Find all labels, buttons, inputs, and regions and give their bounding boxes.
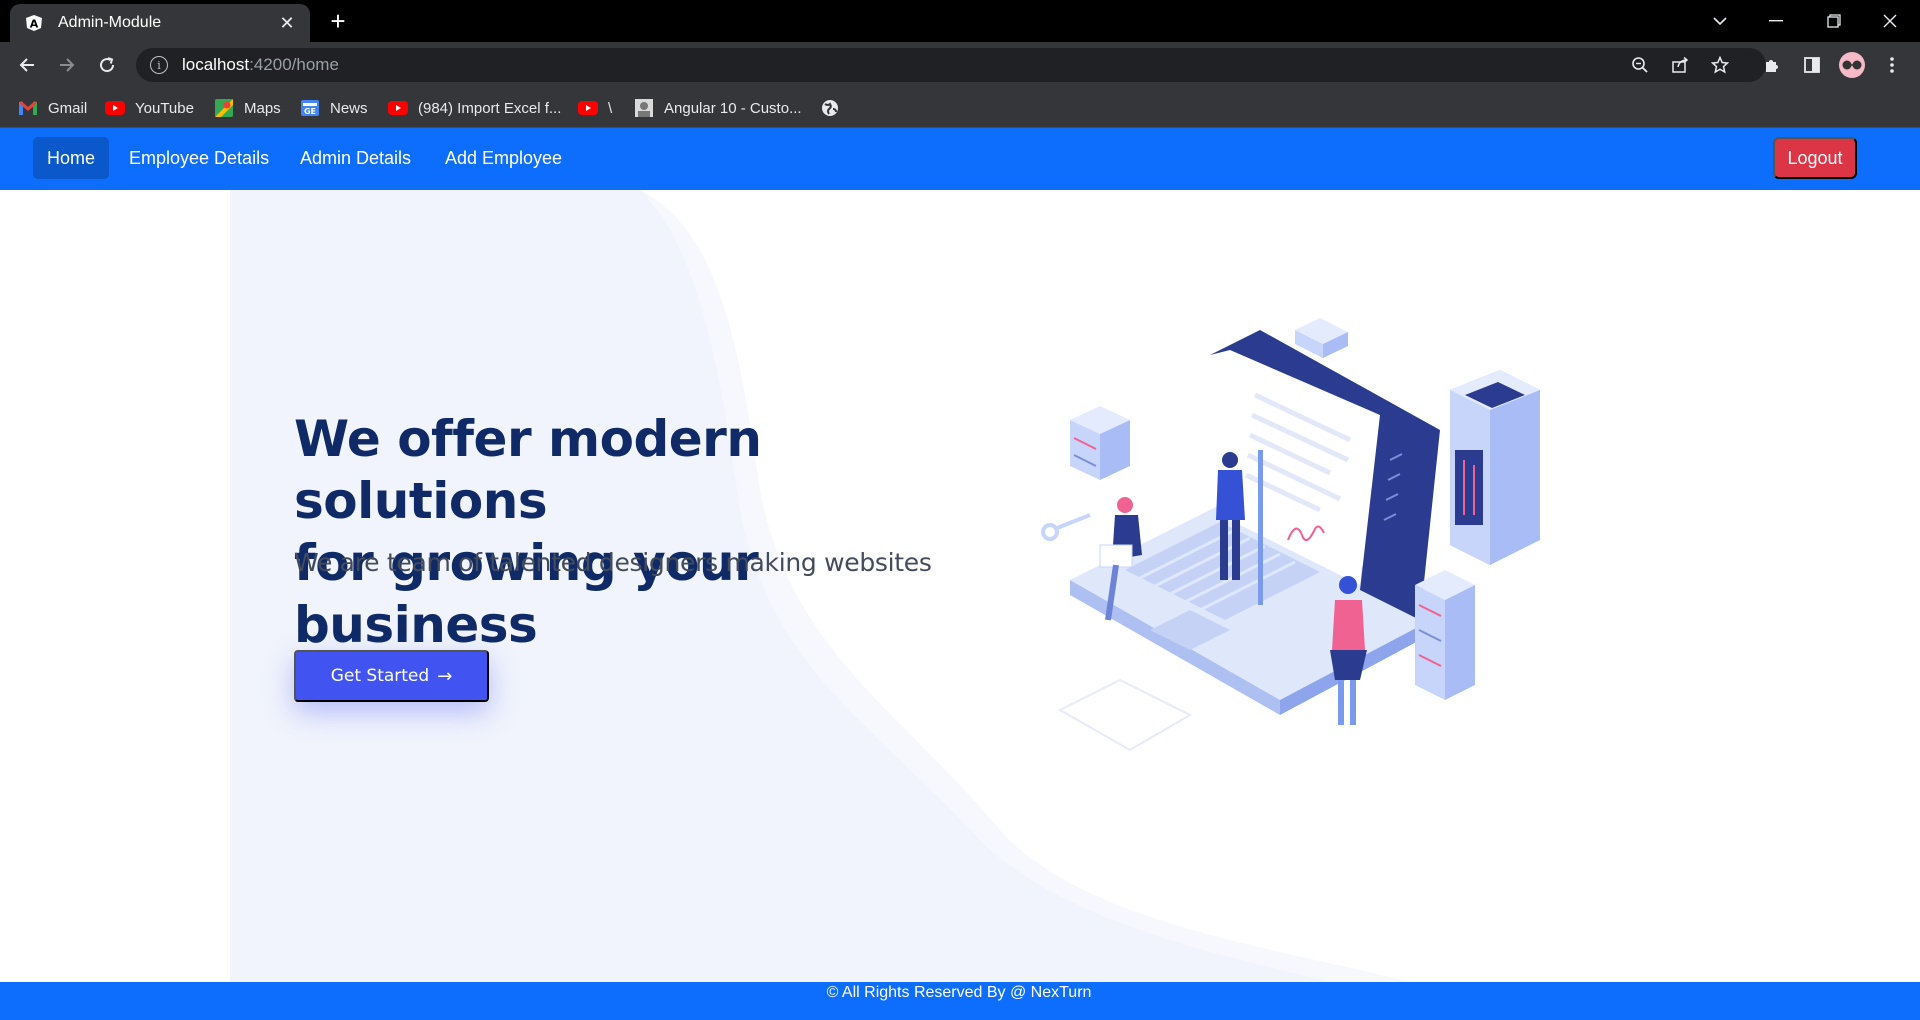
youtube-icon bbox=[105, 98, 125, 118]
bookmark-label: Gmail bbox=[48, 99, 88, 117]
hero-title: We offer modern solutions for growing yo… bbox=[294, 408, 934, 656]
tab-title: Admin-Module bbox=[58, 14, 162, 31]
nav-add-employee[interactable]: Add Employee bbox=[431, 137, 576, 179]
youtube-icon bbox=[578, 98, 598, 118]
forward-icon[interactable] bbox=[53, 51, 81, 79]
bookmark-label: Angular 10 - Custo... bbox=[664, 99, 802, 117]
tab-close-icon[interactable]: ✕ bbox=[276, 12, 298, 34]
footer-copyright: © All Rights Reserved By @ NexTurn bbox=[826, 984, 1092, 1001]
bookmark-label: News bbox=[330, 99, 368, 117]
bookmark-label: Maps bbox=[244, 99, 281, 117]
bookmark-gmail[interactable]: Gmail bbox=[18, 96, 87, 120]
gmail-icon bbox=[18, 98, 38, 118]
bookmarks-bar: Gmail YouTube Maps GE News (984) Import … bbox=[0, 88, 1920, 128]
back-icon[interactable] bbox=[13, 51, 41, 79]
menu-kebab-icon[interactable] bbox=[1878, 51, 1906, 79]
hero-section: We offer modern solutions for growing yo… bbox=[0, 190, 1920, 982]
browser-toolbar: i localhost:4200/home bbox=[0, 42, 1920, 88]
bookmark-globe[interactable] bbox=[820, 96, 850, 120]
maps-icon bbox=[214, 98, 234, 118]
logout-button[interactable]: Logout bbox=[1773, 137, 1857, 179]
hero-illustration bbox=[1041, 318, 1540, 752]
nav-admin-details[interactable]: Admin Details bbox=[286, 137, 425, 179]
bookmark-label: (984) Import Excel f... bbox=[418, 99, 562, 117]
hero-subtitle: We are team of talented designers making… bbox=[294, 548, 932, 577]
bookmark-news[interactable]: GE News bbox=[300, 96, 368, 120]
svg-text:A: A bbox=[30, 18, 39, 31]
bookmark-angular[interactable]: Angular 10 - Custo... bbox=[634, 96, 802, 120]
browser-titlebar: A Admin-Module ✕ + bbox=[0, 0, 1920, 42]
restore-icon[interactable] bbox=[1806, 0, 1862, 42]
angular-icon: A bbox=[24, 13, 44, 33]
url-path: :4200/home bbox=[249, 55, 339, 74]
side-panel-icon[interactable] bbox=[1798, 51, 1826, 79]
arrow-right-icon: → bbox=[437, 665, 453, 687]
svg-text:GE: GE bbox=[304, 107, 316, 116]
hero-title-line-1: We offer modern solutions bbox=[294, 410, 762, 530]
app-navbar: Home Employee Details Admin Details Add … bbox=[0, 128, 1920, 190]
browser-tab[interactable]: A Admin-Module ✕ bbox=[10, 4, 310, 42]
close-window-icon[interactable] bbox=[1862, 0, 1918, 42]
minimize-icon[interactable] bbox=[1748, 0, 1804, 42]
nav-employee-details[interactable]: Employee Details bbox=[115, 137, 283, 179]
bookmark-label: YouTube bbox=[135, 99, 194, 117]
address-bar[interactable]: i localhost:4200/home bbox=[136, 48, 1766, 82]
extensions-icon[interactable] bbox=[1758, 51, 1786, 79]
bookmark-import-excel[interactable]: (984) Import Excel f... bbox=[388, 96, 561, 120]
nav-home[interactable]: Home bbox=[33, 137, 110, 179]
bookmark-star-icon[interactable] bbox=[1705, 48, 1735, 82]
new-tab-icon[interactable]: + bbox=[324, 8, 352, 36]
bookmark-label: \ bbox=[608, 99, 613, 117]
site-info-icon[interactable]: i bbox=[150, 56, 168, 74]
page-footer: © All Rights Reserved By @ NexTurn bbox=[0, 982, 1920, 1020]
hero-background-shape bbox=[230, 190, 1580, 982]
reload-icon[interactable] bbox=[93, 51, 121, 79]
get-started-label: Get Started bbox=[330, 666, 430, 686]
globe-icon bbox=[820, 98, 840, 118]
bookmark-maps[interactable]: Maps bbox=[214, 96, 281, 120]
tab-search-icon[interactable] bbox=[1692, 0, 1748, 42]
news-icon: GE bbox=[300, 98, 320, 118]
page-thumbnail-icon bbox=[634, 98, 654, 118]
profile-avatar[interactable] bbox=[1839, 52, 1865, 78]
share-icon[interactable] bbox=[1665, 48, 1695, 82]
bookmark-youtube[interactable]: YouTube bbox=[105, 96, 194, 120]
get-started-button[interactable]: Get Started → bbox=[294, 650, 489, 702]
bookmark-backslash[interactable]: \ bbox=[578, 96, 612, 120]
youtube-icon bbox=[388, 98, 408, 118]
zoom-icon[interactable] bbox=[1625, 48, 1655, 82]
url-host: localhost bbox=[182, 55, 250, 74]
